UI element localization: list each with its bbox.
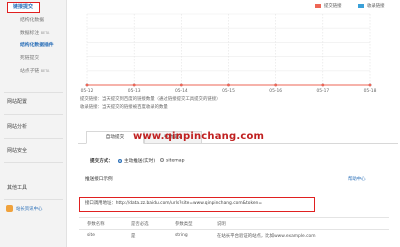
option-label: sitemap — [166, 158, 185, 164]
column-header: 说明 — [209, 217, 389, 230]
table-cell: string — [167, 229, 209, 242]
sidebar-item-sitelinks[interactable]: 站点子链 BETA — [0, 66, 66, 77]
beta-badge: BETA — [40, 31, 50, 35]
help-center-link[interactable]: 帮助中心 — [348, 176, 366, 182]
data-point — [368, 83, 372, 87]
x-tick-label: 05-13 — [128, 88, 141, 94]
api-endpoint-box: 接口调用地址：http://data.zz.baidu.com/urls?sit… — [79, 197, 315, 212]
table-cell: 在站长平台验证的站点，比如www.example.com — [209, 229, 389, 242]
sidebar-group-site-analysis[interactable]: 网站分析 — [0, 122, 66, 133]
submit-tabs: 自动提交 手动提交 — [78, 131, 398, 144]
data-point — [321, 83, 325, 87]
sidebar-item-label: 结构化数据插件 — [20, 43, 54, 48]
column-header: 参数类型 — [167, 217, 209, 230]
radio-unchecked-icon — [160, 158, 164, 162]
sidebar-divider — [4, 199, 63, 200]
sidebar-item-structured-data[interactable]: 结构化数据 — [0, 15, 66, 26]
sidebar: 链接提交 结构化数据 数据标注 BETA 结构化数据插件 死链提交 站点子链 B… — [0, 0, 67, 247]
params-table: 参数名称 是否必选 参数类型 说明 site 是 string 在站长平台验证的… — [79, 217, 389, 242]
option-active-push[interactable]: 主动推送(实时) — [118, 158, 155, 164]
example-title: 推送接口示例 — [85, 177, 113, 182]
option-label: 主动推送(实时) — [124, 159, 156, 164]
x-tick-label: 05-16 — [269, 88, 282, 94]
x-tick-label: 05-17 — [316, 88, 329, 94]
sidebar-group-site-config[interactable]: 网站配置 — [0, 97, 66, 108]
data-point — [179, 83, 183, 87]
api-label: 接口调用地址： — [85, 201, 116, 206]
radio-checked-icon — [118, 158, 122, 163]
x-tick-label: 05-12 — [81, 88, 94, 94]
sidebar-item-link-submit[interactable]: 链接提交 — [7, 2, 40, 13]
data-point — [132, 83, 136, 87]
table-cell: 是 — [123, 229, 167, 242]
sidebar-notice-label: 站长资讯中心 — [16, 207, 43, 212]
sidebar-group-site-security[interactable]: 网站安全 — [0, 146, 66, 157]
sidebar-divider — [4, 162, 63, 163]
sidebar-item-dead-link[interactable]: 死链提交 — [0, 53, 66, 64]
table-row: site 是 string 在站长平台验证的站点，比如www.example.c… — [79, 229, 389, 242]
option-sitemap[interactable]: sitemap — [160, 158, 185, 164]
data-point — [227, 83, 230, 87]
sidebar-item-label: 死链提交 — [20, 56, 40, 61]
api-url[interactable]: http://data.zz.baidu.com/urls?site=www.q… — [116, 201, 262, 206]
sidebar-divider — [4, 114, 63, 115]
sidebar-group-other-tools[interactable]: 其他工具 — [0, 183, 66, 194]
column-header: 参数名称 — [79, 217, 123, 230]
sidebar-item-label: 站点子链 — [20, 69, 40, 74]
column-header: 是否必选 — [123, 217, 167, 230]
x-tick-label: 05-15 — [222, 88, 235, 94]
data-point — [274, 83, 278, 87]
x-tick-label: 05-14 — [175, 88, 188, 94]
chart-note-submitted: 提交链接：当天提交到百度的链接数量（通过链接提交工具提交的链接） — [80, 97, 221, 102]
data-point — [85, 83, 89, 87]
tab-manual-submit[interactable]: 手动提交 — [144, 131, 202, 144]
sidebar-divider — [4, 138, 63, 139]
sidebar-item-label: 结构化数据 — [20, 18, 44, 23]
sidebar-item-label: 数据标注 — [20, 31, 40, 36]
chart-note-indexed: 收录链接：当天提交的链接被百度收录的数量 — [80, 105, 168, 110]
table-cell: site — [79, 229, 123, 242]
sidebar-item-structured-plugin[interactable]: 结构化数据插件 — [0, 40, 66, 51]
bell-icon — [6, 205, 13, 212]
sidebar-item-data-annotation[interactable]: 数据标注 BETA — [0, 28, 66, 39]
method-label: 提交方式： — [90, 159, 113, 164]
tab-auto-submit[interactable]: 自动提交 — [86, 131, 144, 144]
table-header-row: 参数名称 是否必选 参数类型 说明 — [79, 217, 389, 230]
sidebar-notice-link[interactable]: 站长资讯中心 — [6, 205, 42, 215]
sidebar-divider — [4, 92, 63, 93]
x-tick-label: 05-18 — [364, 88, 377, 94]
beta-badge: BETA — [40, 69, 50, 73]
